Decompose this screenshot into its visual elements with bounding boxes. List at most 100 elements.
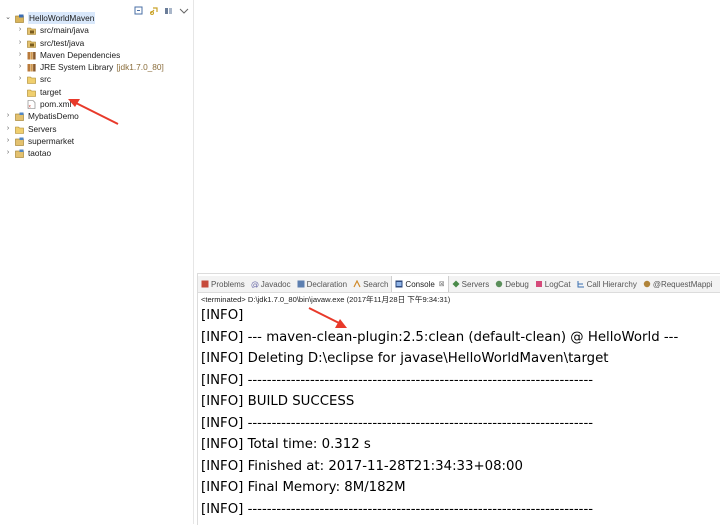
tab-logcat[interactable]: LogCat: [532, 276, 574, 292]
tree-item[interactable]: x pom.xml: [0, 98, 193, 110]
console-line: [INFO] ---------------------------------…: [201, 501, 594, 517]
tree-item-text: HelloWorldMaven: [29, 13, 95, 23]
tree-item-label: taotao: [28, 147, 51, 159]
tab-label: Problems: [211, 279, 245, 289]
folder-icon: [27, 88, 36, 97]
tree-item[interactable]: › MybatisDemo: [0, 110, 193, 122]
console-line: [INFO] Finished at: 2017-11-28T21:34:33+…: [201, 458, 523, 474]
console-status: <terminated> D:\jdk1.7.0_80\bin\javaw.ex…: [201, 295, 451, 304]
console-line: [INFO] --- maven-clean-plugin:2.5:clean …: [201, 329, 679, 345]
project-icon: [15, 149, 24, 159]
tab-label: Servers: [461, 279, 490, 289]
tree-item-label: src/main/java: [40, 24, 89, 36]
tree-item-label: pom.xml: [40, 98, 71, 110]
tree-item-label: HelloWorldMaven: [28, 12, 96, 24]
tree-item-label: src: [40, 73, 51, 85]
tree-item[interactable]: › src: [0, 73, 193, 85]
tree-item-text: JRE System Library: [40, 62, 114, 73]
expand-right-icon[interactable]: ›: [4, 147, 12, 159]
expand-right-icon[interactable]: ›: [4, 110, 12, 122]
tree-item-text: src/test/java: [40, 37, 85, 48]
tree-item-label: JRE System Library [jdk1.7.0_80]: [40, 61, 164, 73]
views-panel: Problems @ Javadoc Declaration Search Console…: [197, 273, 720, 525]
view-tab-bar: Problems @ Javadoc Declaration Search Console…: [198, 276, 720, 293]
svg-text:@: @: [251, 280, 259, 288]
request-mapping-icon: [643, 280, 651, 288]
project-tree: ⌄ HelloWorldMaven › src/main/java › src/test/…: [0, 12, 193, 160]
console-line: [INFO]: [201, 308, 244, 323]
xml-file-icon: x: [27, 100, 36, 109]
tree-item-label: supermarket: [28, 135, 74, 147]
folder-icon: [15, 125, 24, 134]
close-icon[interactable]: ⊠: [439, 280, 445, 288]
tab-request-mapping[interactable]: @RequestMappi: [640, 276, 716, 292]
expand-right-icon[interactable]: ›: [4, 135, 12, 147]
tab-problems[interactable]: Problems: [198, 276, 248, 292]
tab-declaration[interactable]: Declaration: [294, 276, 350, 292]
tab-label: Search: [363, 279, 389, 289]
tree-item-text: target: [40, 86, 62, 97]
tree-item[interactable]: › src/main/java: [0, 24, 193, 36]
tree-item[interactable]: target: [0, 86, 193, 98]
tree-item[interactable]: › Servers: [0, 123, 193, 135]
tab-label: Javadoc: [260, 279, 291, 289]
tree-item[interactable]: › taotao: [0, 147, 193, 159]
tab-console[interactable]: Console ⊠: [391, 276, 449, 292]
tree-item-text: src: [40, 74, 52, 85]
tree-item-text: src/main/java: [40, 25, 89, 36]
search-icon: [353, 279, 361, 288]
tree-item-label: Maven Dependencies: [40, 49, 120, 61]
editor-area: [194, 0, 720, 273]
tree-item-text: supermarket: [28, 135, 75, 146]
console-line: [INFO] ---------------------------------…: [201, 415, 594, 431]
tab-label: LogCat: [544, 279, 571, 289]
project-icon: [15, 112, 24, 122]
tab-label: @RequestMappi: [652, 279, 713, 289]
tab-search[interactable]: Search: [350, 276, 391, 292]
source-folder-icon: [27, 39, 36, 48]
javadoc-icon: @: [251, 280, 259, 289]
tab-javadoc[interactable]: @ Javadoc: [248, 276, 294, 292]
project-icon: [15, 137, 24, 146]
console-line: [INFO] BUILD SUCCESS: [201, 394, 355, 409]
library-icon: [27, 63, 36, 72]
tab-label: Declaration: [306, 279, 348, 289]
console-line: [INFO] Final Memory: 8M/182M: [201, 480, 406, 495]
expand-right-icon[interactable]: ›: [16, 61, 24, 73]
tree-item[interactable]: › supermarket: [0, 135, 193, 147]
tree-item[interactable]: › src/test/java: [0, 37, 193, 49]
expand-right-icon[interactable]: ›: [16, 24, 24, 36]
tab-call-hierarchy[interactable]: Call Hierarchy: [574, 276, 640, 292]
expand-right-icon[interactable]: ›: [4, 123, 12, 135]
tree-item[interactable]: › Maven Dependencies: [0, 49, 193, 61]
expand-right-icon[interactable]: ›: [16, 37, 24, 49]
tree-item-text: pom.xml: [40, 99, 72, 110]
console-line: [INFO] Deleting D:\eclipse for javase\He…: [201, 351, 609, 366]
tab-servers[interactable]: Servers: [449, 276, 493, 292]
expand-right-icon[interactable]: ›: [16, 49, 24, 61]
library-icon: [27, 51, 36, 60]
servers-icon: [452, 280, 460, 288]
tree-item-text: taotao: [28, 148, 52, 159]
debug-icon: [495, 280, 503, 288]
tree-item-label: Servers: [28, 123, 57, 135]
source-folder-icon: [27, 26, 36, 36]
tab-label: Call Hierarchy: [586, 279, 637, 289]
maven-project-icon: [15, 14, 24, 23]
call-hierarchy-icon: [577, 280, 585, 288]
declaration-icon: [297, 280, 305, 288]
expand-right-icon[interactable]: ›: [16, 73, 24, 85]
tab-debug[interactable]: Debug: [492, 276, 532, 292]
tree-item-decoration: [jdk1.7.0_80]: [116, 62, 164, 73]
tab-label: Console: [405, 279, 435, 289]
expand-down-icon[interactable]: ⌄: [4, 12, 12, 24]
tree-item-text: Maven Dependencies: [40, 49, 121, 60]
tree-item-label: target: [40, 86, 61, 98]
tree-item[interactable]: › JRE System Library [jdk1.7.0_80]: [0, 61, 193, 73]
console-output[interactable]: [INFO] [INFO] --- maven-clean-plugin:2.5:…: [201, 305, 720, 520]
problems-icon: [201, 280, 209, 288]
logcat-icon: [535, 280, 543, 288]
folder-icon: [27, 75, 36, 85]
tree-item[interactable]: ⌄ HelloWorldMaven: [0, 12, 193, 24]
tree-item-text: MybatisDemo: [28, 111, 79, 122]
